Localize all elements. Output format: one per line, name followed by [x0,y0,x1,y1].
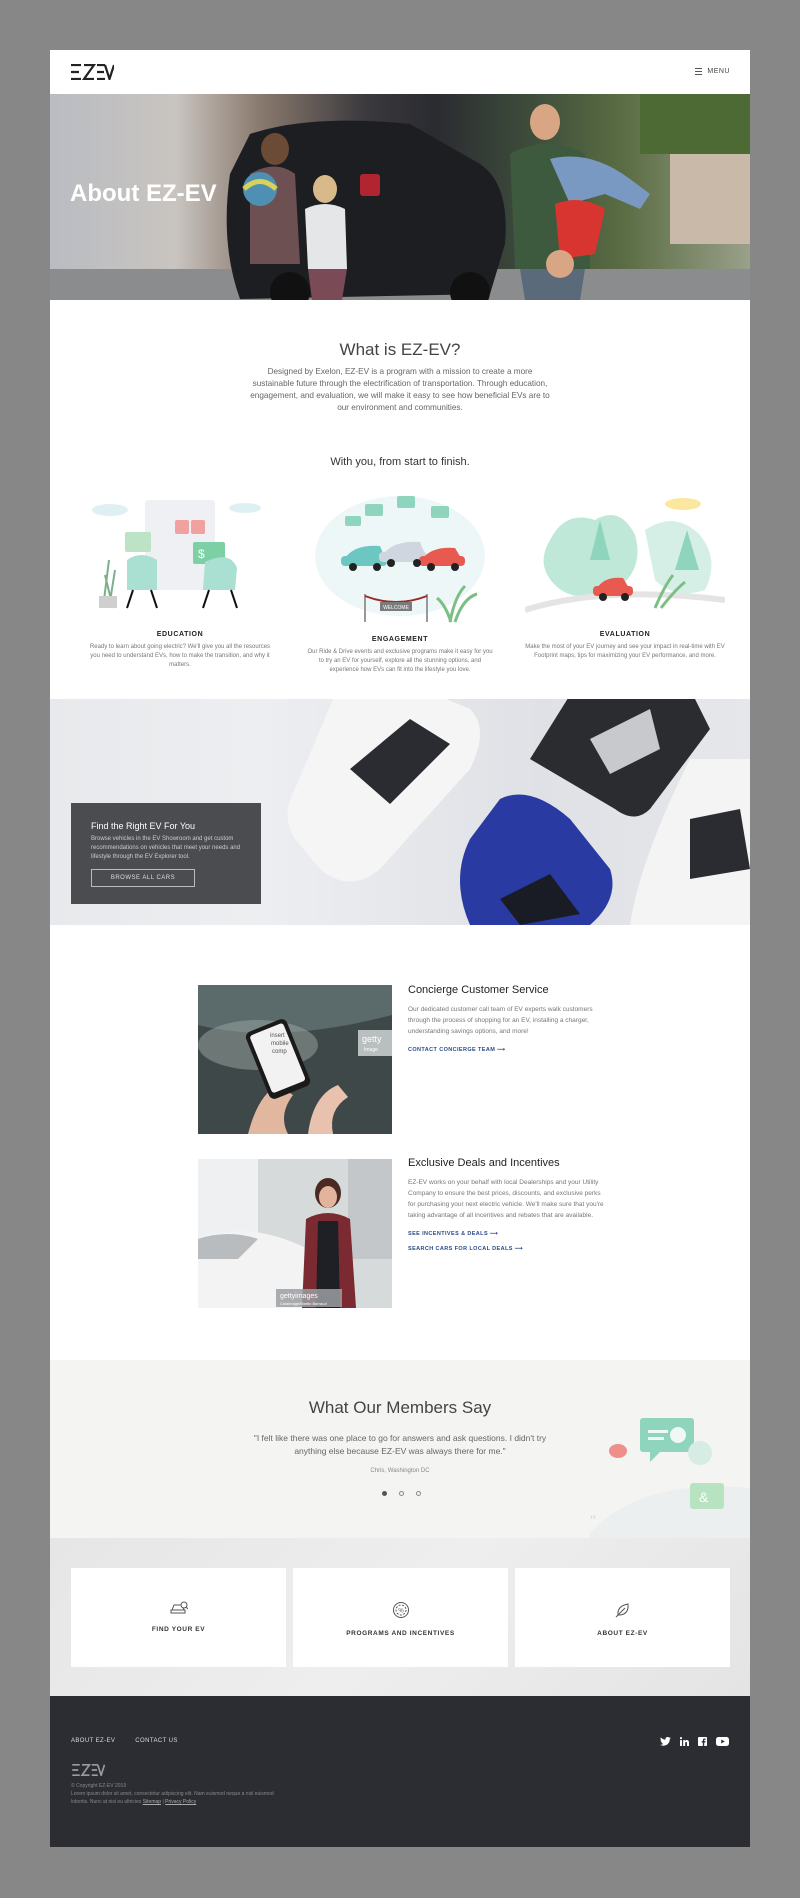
feature-evaluation: EVALUATION Make the most of your EV jour… [524,490,726,661]
hero-title: About EZ-EV [70,180,217,207]
footer-link-about[interactable]: ABOUT EZ-EV [71,1738,115,1744]
testimonial-illustration: & “ [590,1418,750,1538]
site-footer: ABOUT EZ-EV CONTACT US © Copyright EZ-EV… [50,1696,750,1847]
browse-all-cars-button[interactable]: BROWSE ALL CARS [91,869,195,887]
deals-section: Exclusive Deals and Incentives EZ-EV wor… [408,1157,608,1252]
svg-text:%: % [398,1609,404,1615]
percent-badge-icon: % [392,1602,409,1618]
twitter-icon[interactable] [660,1737,671,1746]
hamburger-icon [695,68,703,75]
concierge-section: Concierge Customer Service Our dedicated… [408,984,608,1053]
card-label: FIND YOUR EV [151,1626,206,1633]
phone-screen-text: mobile [271,1041,289,1047]
feature-education: $ EDUCATION Ready to learn about going e… [85,490,275,670]
start-to-finish-heading: With you, from start to finish. [330,456,470,468]
quick-links: FIND YOUR EV % PROGRAMS AND INCENTIVES A… [50,1538,750,1696]
find-ev-banner: Find the Right EV For You Browse vehicle… [50,699,750,925]
feature-title: EDUCATION [156,631,204,638]
welcome-sign: WELCOME [383,605,410,611]
watermark-text: getty [362,1034,382,1044]
carousel-dots [382,1491,421,1496]
social-links [660,1737,729,1746]
watermark-text: Caiaimage/Martin Barraud [280,1301,327,1306]
education-illustration: $ [92,500,261,609]
linkedin-icon[interactable] [680,1737,689,1746]
hero-banner: About EZ-EV [50,94,750,300]
youtube-icon[interactable] [716,1737,729,1746]
footer-legal: © Copyright EZ-EV 2019 Lorem ipsum dolor… [71,1782,291,1806]
concierge-body: Our dedicated customer call team of EV e… [408,1006,593,1035]
footer-link-contact[interactable]: CONTACT US [135,1738,177,1744]
phone-screen-text: comp [272,1049,287,1055]
carousel-dot[interactable] [399,1491,404,1496]
find-ev-card: Find the Right EV For You Browse vehicle… [71,803,261,904]
legal-text: Lorem ipsum dolor sit amet, consectetur … [71,1790,291,1806]
feature-desc: Make the most of your EV journey and see… [525,644,725,659]
menu-button[interactable]: MENU [695,68,730,75]
footer-links: ABOUT EZ-EV CONTACT US [71,1738,178,1744]
watermark-text: gettyimages [280,1293,318,1300]
about-body: Designed by Exelon, EZ-EV is a program w… [250,367,550,412]
deals-photo: gettyimages Caiaimage/Martin Barraud [198,1159,392,1308]
carousel-dot[interactable] [382,1491,387,1496]
concierge-photo: insert mobile comp getty Image [198,985,392,1134]
deals-body: EZ-EV works on your behalf with local De… [408,1179,604,1219]
sitemap-link[interactable]: Sitemap [143,1799,161,1805]
watermark-text: Image [364,1047,378,1053]
deals-title: Exclusive Deals and Incentives [408,1157,560,1169]
feature-engagement: WELCOME ENGAGEMENT Our Ride & Drive even… [305,486,495,675]
find-ev-title: Find the Right EV For You [91,821,196,831]
card-about-ezev[interactable]: ABOUT EZ-EV [515,1568,730,1667]
find-ev-body: Browse vehicles in the EV Showroom and g… [91,836,241,860]
feature-title: ENGAGEMENT [371,636,429,643]
see-incentives-link[interactable]: SEE INCENTIVES & DEALS ⟶ [408,1231,608,1237]
card-find-your-ev[interactable]: FIND YOUR EV [71,1568,286,1667]
testimonials-section: What Our Members Say "I felt like there … [50,1360,750,1538]
leaf-plug-icon [615,1603,629,1618]
privacy-policy-link[interactable]: Privacy Policy [165,1799,196,1805]
svg-text:$: $ [198,547,205,561]
phone-screen-text: insert [270,1033,285,1039]
engagement-illustration: WELCOME [315,496,485,623]
about-title: What is EZ-EV? [339,340,461,359]
facebook-icon[interactable] [698,1737,707,1746]
svg-text:&: & [699,1489,709,1505]
feature-desc: Our Ride & Drive events and exclusive pr… [307,649,493,673]
legal-separator: | [162,1799,164,1805]
carousel-dot[interactable] [416,1491,421,1496]
evaluation-illustration [524,498,726,613]
testimonial-quote: "I felt like there was one place to go f… [253,1433,547,1456]
card-programs-incentives[interactable]: % PROGRAMS AND INCENTIVES [293,1568,508,1667]
page: MENU About EZ-EV What is EZ-EV? Designed… [50,50,750,1847]
card-label: ABOUT EZ-EV [597,1630,648,1637]
copyright-text: © Copyright EZ-EV 2019 [71,1783,127,1789]
concierge-title: Concierge Customer Service [408,984,549,996]
site-header: MENU [50,50,750,94]
menu-label: MENU [707,68,730,75]
feature-title: EVALUATION [599,631,651,638]
ezev-logo[interactable] [70,64,114,80]
feature-desc: Ready to learn about going electric? We'… [89,644,271,668]
svg-text:“: “ [590,1513,596,1528]
contact-concierge-link[interactable]: CONTACT CONCIERGE TEAM ⟶ [408,1047,608,1053]
car-search-icon [170,1601,188,1614]
footer-logo[interactable] [71,1764,105,1776]
search-local-deals-link[interactable]: SEARCH CARS FOR LOCAL DEALS ⟶ [408,1246,608,1252]
card-label: PROGRAMS AND INCENTIVES [346,1630,455,1637]
